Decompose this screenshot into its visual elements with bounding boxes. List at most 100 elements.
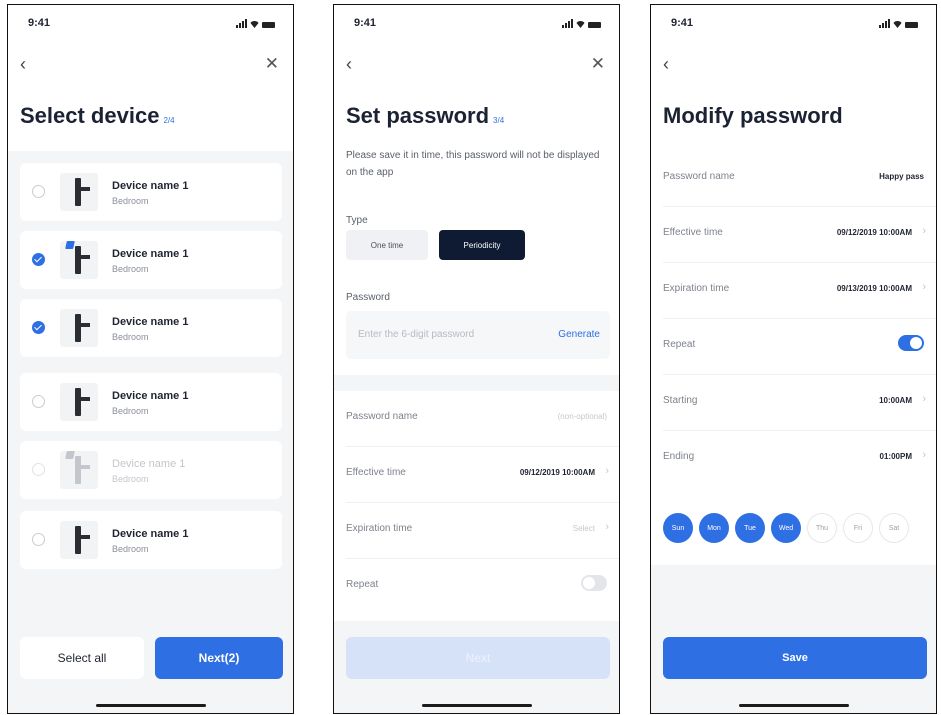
device-name: Device name 1 <box>112 248 189 260</box>
row-key: Password name <box>346 411 418 422</box>
device-room: Bedroom <box>112 474 149 484</box>
device-radio[interactable] <box>32 185 45 198</box>
status-time: 9:41 <box>671 17 694 29</box>
modify-password-screen: 9:41 ‹ Modify password Password name Hap… <box>650 4 937 714</box>
password-label: Password <box>346 292 390 303</box>
day-sun[interactable]: Sun <box>663 513 693 543</box>
day-thu[interactable]: Thu <box>807 513 837 543</box>
device-radio-checked[interactable] <box>32 321 45 334</box>
lock-icon <box>60 451 98 489</box>
day-wed[interactable]: Wed <box>771 513 801 543</box>
description-text: Please save it in time, this password wi… <box>346 150 600 178</box>
signal-icon <box>562 19 573 28</box>
select-all-button[interactable]: Select all <box>20 637 144 679</box>
next-button[interactable]: Next(2) <box>155 637 283 679</box>
type-label: Type <box>346 215 368 226</box>
status-time: 9:41 <box>354 17 377 29</box>
expiration-time-row[interactable]: Expiration time Select › <box>334 503 619 559</box>
device-list: Device name 1 Bedroom Device name 1 Bedr… <box>8 151 293 611</box>
lock-icon <box>60 241 98 279</box>
battery-icon <box>905 22 918 28</box>
password-placeholder: Enter the 6-digit password <box>358 329 475 340</box>
chevron-right-icon: › <box>605 465 609 477</box>
lock-icon <box>60 173 98 211</box>
row-value: (non-optional) <box>557 412 607 421</box>
repeat-toggle[interactable] <box>898 335 924 351</box>
device-radio[interactable] <box>32 395 45 408</box>
repeat-row: Repeat <box>334 559 619 615</box>
type-periodicity-button[interactable]: Periodicity <box>439 230 525 260</box>
row-value: 09/12/2019 10:00AM <box>836 228 912 237</box>
close-icon[interactable]: ✕ <box>265 55 279 72</box>
next-button-disabled: Next <box>346 637 610 679</box>
weekday-selector: Sun Mon Tue Wed Thu Fri Sat <box>663 513 909 543</box>
row-value: 10:00AM <box>879 396 912 405</box>
chevron-right-icon: › <box>605 521 609 533</box>
row-value: 09/13/2019 10:00AM <box>836 284 912 293</box>
device-radio-checked[interactable] <box>32 253 45 266</box>
day-fri[interactable]: Fri <box>843 513 873 543</box>
status-time: 9:41 <box>28 17 51 29</box>
status-bar: 9:41 <box>651 17 936 33</box>
save-button[interactable]: Save <box>663 637 927 679</box>
generate-link[interactable]: Generate <box>558 329 600 340</box>
battery-icon <box>262 22 275 28</box>
status-bar: 9:41 <box>334 17 619 33</box>
wifi-icon <box>893 21 902 28</box>
expiration-time-row[interactable]: Expiration time 09/13/2019 10:00AM › <box>651 263 936 319</box>
row-key: Repeat <box>346 579 379 590</box>
effective-time-row[interactable]: Effective time 09/12/2019 10:00AM › <box>651 207 936 263</box>
select-device-screen: 9:41 ‹ ✕ Select device 2/4 Device name 1 … <box>7 4 294 714</box>
day-mon[interactable]: Mon <box>699 513 729 543</box>
chevron-right-icon: › <box>922 281 926 293</box>
step-indicator: 3/4 <box>493 116 505 125</box>
device-name: Device name 1 <box>112 458 186 470</box>
status-icons <box>236 19 275 28</box>
password-name-row[interactable]: Password name Happy pass <box>651 151 936 207</box>
home-indicator <box>95 704 206 707</box>
device-card[interactable]: Device name 1 Bedroom <box>20 231 282 289</box>
page-title: Modify password <box>663 103 843 128</box>
status-icons <box>879 19 918 28</box>
lock-icon <box>60 383 98 421</box>
back-icon[interactable]: ‹ <box>663 55 669 73</box>
step-indicator: 2/4 <box>163 116 175 125</box>
type-one-time-button[interactable]: One time <box>346 230 428 260</box>
row-key: Effective time <box>346 467 406 478</box>
page-title: Select device 2/4 <box>20 103 175 129</box>
device-card-disabled: Device name 1 Bedroom <box>20 441 282 499</box>
section-divider <box>334 375 619 391</box>
device-card[interactable]: Device name 1 Bedroom <box>20 373 282 431</box>
home-indicator <box>421 704 532 707</box>
back-icon[interactable]: ‹ <box>20 55 26 73</box>
row-key: Password name <box>663 171 735 182</box>
device-name: Device name 1 <box>112 528 189 540</box>
row-key: Repeat <box>663 339 696 350</box>
close-icon[interactable]: ✕ <box>591 55 605 72</box>
starting-row[interactable]: Starting 10:00AM › <box>651 375 936 431</box>
set-password-screen: 9:41 ‹ ✕ Set password 3/4 Please save it … <box>333 4 620 714</box>
password-input[interactable]: Enter the 6-digit password Generate <box>346 311 610 359</box>
device-name: Device name 1 <box>112 180 189 192</box>
day-tue[interactable]: Tue <box>735 513 765 543</box>
battery-icon <box>588 22 601 28</box>
device-room: Bedroom <box>112 196 149 206</box>
row-key: Effective time <box>663 227 723 238</box>
password-name-row[interactable]: Password name (non-optional) <box>334 391 619 447</box>
device-radio[interactable] <box>32 533 45 546</box>
signal-icon <box>879 19 890 28</box>
effective-time-row[interactable]: Effective time 09/12/2019 10:00AM › <box>334 447 619 503</box>
back-icon[interactable]: ‹ <box>346 55 352 73</box>
device-room: Bedroom <box>112 264 149 274</box>
device-card[interactable]: Device name 1 Bedroom <box>20 511 282 569</box>
row-value: 01:00PM <box>879 452 912 461</box>
device-room: Bedroom <box>112 406 149 416</box>
chevron-right-icon: › <box>922 225 926 237</box>
day-sat[interactable]: Sat <box>879 513 909 543</box>
repeat-toggle[interactable] <box>581 575 607 591</box>
lock-icon <box>60 521 98 559</box>
ending-row[interactable]: Ending 01:00PM › <box>651 431 936 487</box>
device-card[interactable]: Device name 1 Bedroom <box>20 163 282 221</box>
signal-icon <box>236 19 247 28</box>
device-card[interactable]: Device name 1 Bedroom <box>20 299 282 357</box>
